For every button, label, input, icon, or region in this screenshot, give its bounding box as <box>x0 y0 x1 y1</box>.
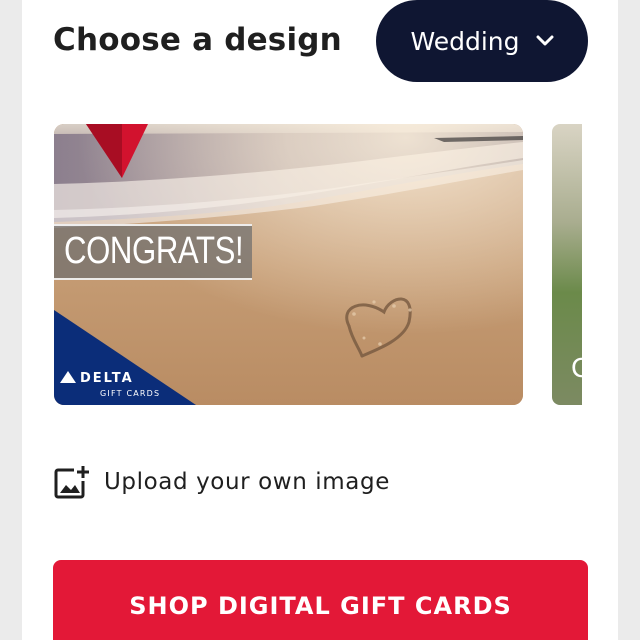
gift-cards-subtext: GIFT CARDS <box>100 389 161 398</box>
design-carousel[interactable]: CONGRATS! DELTA GIFT CARDS C <box>22 124 618 405</box>
delta-logo-text: DELTA <box>80 371 134 386</box>
chevron-down-icon <box>536 35 554 46</box>
shop-digital-gift-cards-button[interactable]: SHOP DIGITAL GIFT CARDS <box>53 560 588 640</box>
category-selected-value: Wedding <box>410 26 520 56</box>
upload-image-link[interactable]: Upload your own image <box>54 462 390 502</box>
add-photo-icon <box>54 466 89 499</box>
design-card-congrats[interactable]: CONGRATS! DELTA GIFT CARDS <box>54 124 523 405</box>
category-dropdown[interactable]: Wedding <box>376 0 588 82</box>
page-title: Choose a design <box>53 22 342 58</box>
upload-image-label: Upload your own image <box>104 469 390 495</box>
gift-card-panel: Choose a design Wedding CONGRATS! DELTA … <box>22 0 618 640</box>
design-card-next-peek[interactable]: C <box>552 124 582 405</box>
next-card-headline-fragment: C <box>571 352 582 383</box>
card-headline: CONGRATS! <box>64 230 244 272</box>
